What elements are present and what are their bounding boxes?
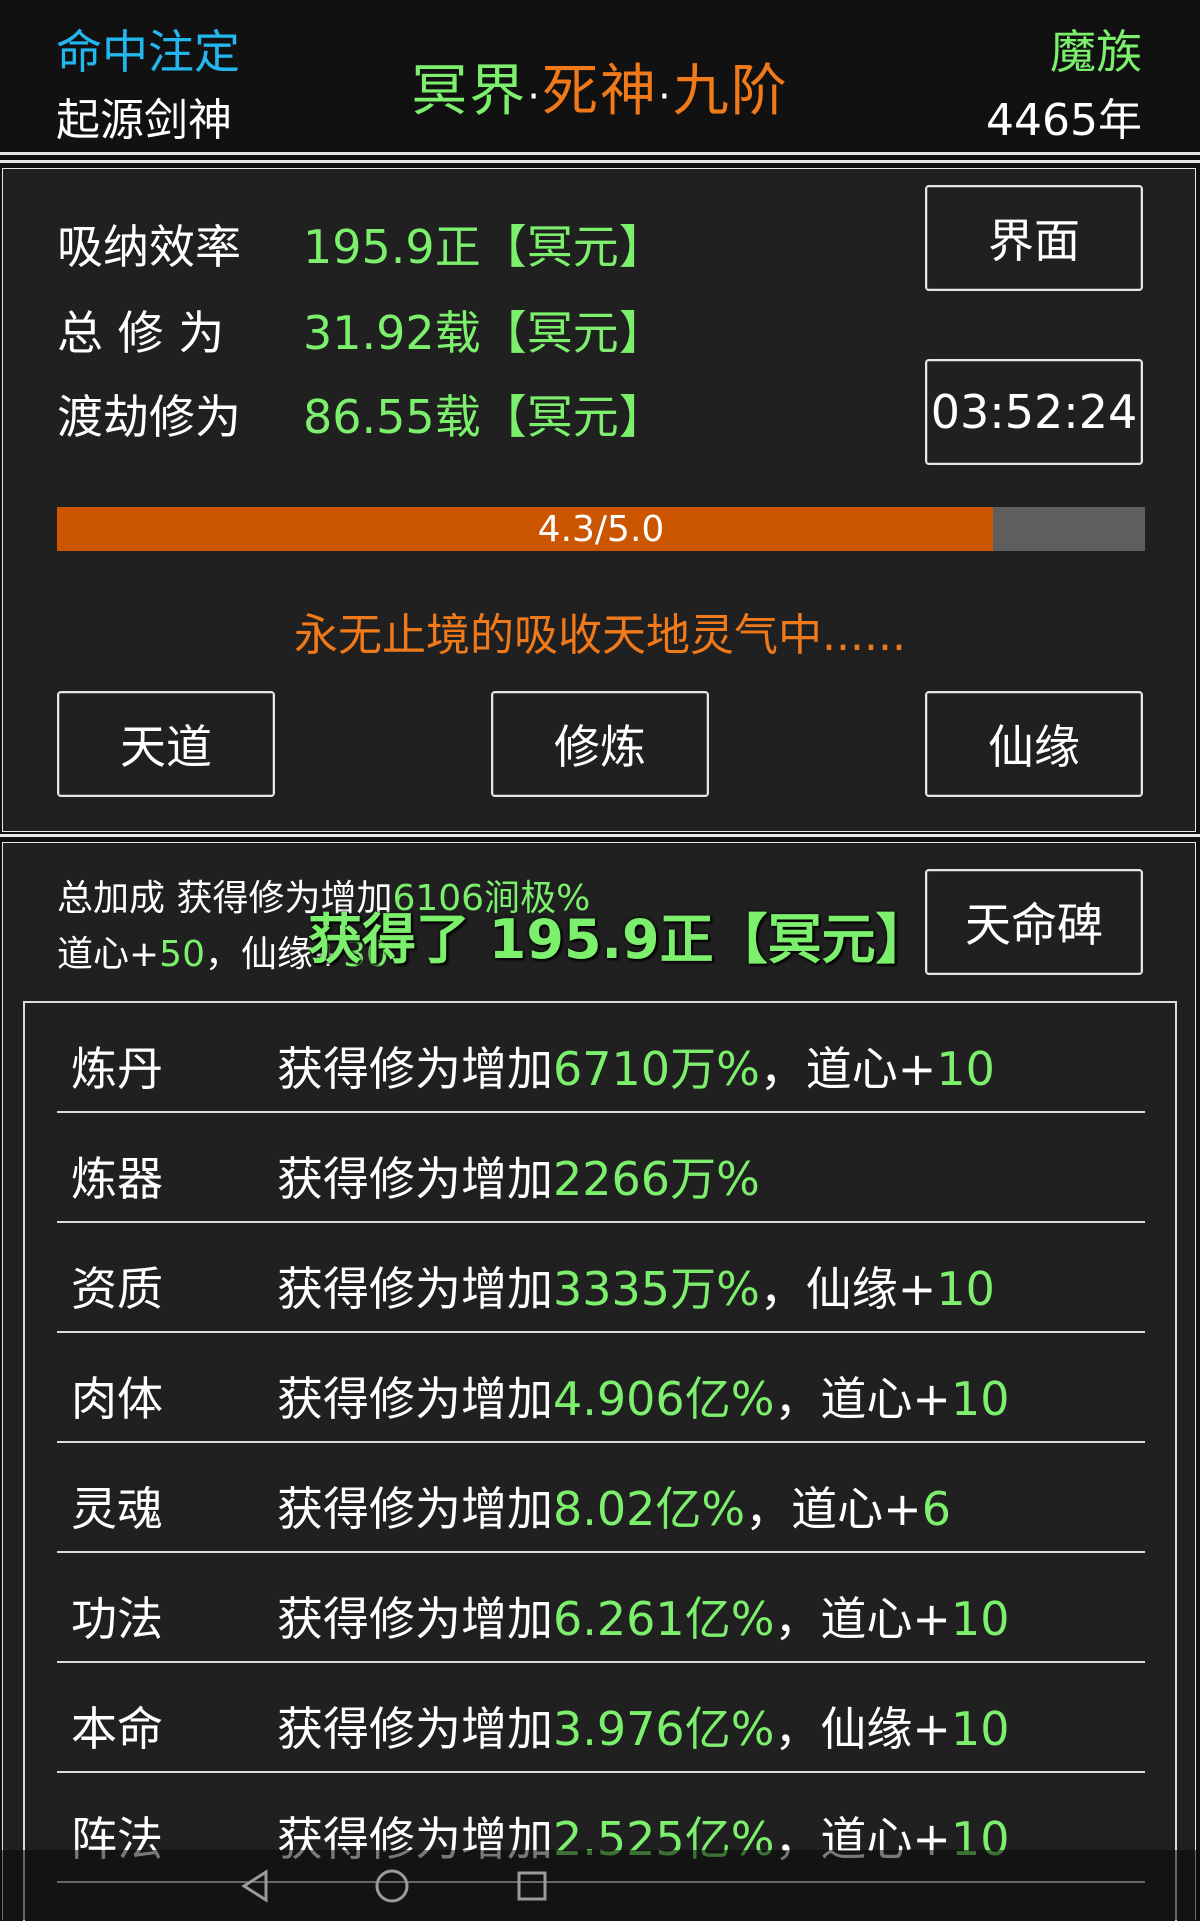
bonus-value: 8.02亿% — [553, 1482, 746, 1536]
bonus-value: 3.976亿% — [553, 1702, 775, 1756]
bonus-category: 炼器 — [71, 1152, 163, 1206]
recents-icon[interactable] — [512, 1866, 552, 1906]
stat-value: 195.9正【冥元】 — [303, 220, 665, 274]
bonus-prefix: 获得修为增加 — [277, 1262, 553, 1316]
bonus-suffix: ，道心+ — [774, 1592, 951, 1646]
bonus-row[interactable]: 肉体 获得修为增加4.906亿%，道心+10 — [57, 1333, 1145, 1443]
stat-row-tribulation: 渡劫修为 86.55载【冥元】 — [57, 381, 665, 447]
bonus-extra: 10 — [950, 1702, 1010, 1756]
bonus-extra: 10 — [950, 1592, 1010, 1646]
interface-button[interactable]: 界面 — [925, 185, 1143, 291]
bonus-prefix: 获得修为增加 — [277, 1482, 553, 1536]
bonus-category: 资质 — [71, 1262, 163, 1316]
stat-value: 86.55载【冥元】 — [303, 390, 665, 444]
bonus-list: 炼丹 获得修为增加6710万%，道心+10 炼器 获得修为增加2266万% 资质 获得修为… — [23, 1001, 1177, 1921]
realm-dot2: · — [658, 74, 673, 120]
realm-part1: 冥界 — [411, 59, 528, 124]
header-bar: 命中注定 起源剑神 冥界·死神·九阶 魔族 4465年 — [0, 0, 1200, 150]
bonus-suffix: ，道心+ — [759, 1042, 937, 1096]
bonus-extra: 6 — [921, 1482, 951, 1536]
cultivation-panel: 吸纳效率 195.9正【冥元】 总 修 为 31.92载【冥元】 渡劫修为 86.55… — [2, 168, 1196, 832]
bonus-description: 获得修为增加3335万%，仙缘+10 — [277, 1253, 995, 1319]
realm-part3: 九阶 — [672, 59, 789, 124]
status-message: 永无止境的吸收天地灵气中...... — [294, 610, 906, 661]
bonus-row[interactable]: 资质 获得修为增加3335万%，仙缘+10 — [57, 1223, 1145, 1333]
bonus-row[interactable]: 炼丹 获得修为增加6710万%，道心+10 — [57, 1003, 1145, 1113]
bonus-row[interactable]: 灵魂 获得修为增加8.02亿%，道心+6 — [57, 1443, 1145, 1553]
header-divider — [0, 160, 1200, 163]
bonus-category: 本命 — [71, 1702, 163, 1756]
bonus-suffix: ，道心+ — [745, 1482, 922, 1536]
tianmingbei-button[interactable]: 天命碑 — [925, 869, 1143, 975]
gain-popup: 获得了 195.9正【冥元】 — [308, 908, 930, 971]
daoxin-label: 道心+ — [57, 934, 160, 975]
bonus-panel: 总加成 获得修为增加6106涧极% 道心+50，仙缘+30 获得了 195.9正… — [2, 842, 1196, 1921]
xianyuan-button[interactable]: 仙缘 — [925, 691, 1143, 797]
bonus-prefix: 获得修为增加 — [277, 1702, 553, 1756]
bonus-extra: 10 — [936, 1042, 995, 1096]
bonus-extra: 10 — [936, 1262, 995, 1316]
stat-value: 31.92载【冥元】 — [303, 306, 665, 360]
bonus-prefix: 获得修为增加 — [277, 1592, 553, 1646]
bonus-description: 获得修为增加3.976亿%，仙缘+10 — [277, 1693, 1010, 1759]
timer-button[interactable]: 03:52:24 — [925, 359, 1143, 465]
stat-label: 吸纳效率 — [57, 220, 241, 274]
stat-row-absorb: 吸纳效率 195.9正【冥元】 — [57, 211, 665, 277]
bonus-suffix: ，仙缘+ — [759, 1262, 937, 1316]
bonus-value: 6.261亿% — [553, 1592, 775, 1646]
bonus-value: 2266万% — [553, 1152, 760, 1206]
bonus-row[interactable]: 本命 获得修为增加3.976亿%，仙缘+10 — [57, 1663, 1145, 1773]
bonus-prefix: 获得修为增加 — [277, 1042, 553, 1096]
home-icon[interactable] — [372, 1866, 412, 1906]
realm-dot1: · — [527, 74, 542, 120]
progress-text: 4.3/5.0 — [537, 509, 665, 550]
bonus-description: 获得修为增加6710万%，道心+10 — [277, 1033, 995, 1099]
tiandao-button[interactable]: 天道 — [57, 691, 275, 797]
bonus-description: 获得修为增加4.906亿%，道心+10 — [277, 1363, 1010, 1429]
stat-row-total: 总 修 为 31.92载【冥元】 — [57, 297, 665, 363]
bonus-suffix: ，道心+ — [774, 1372, 951, 1426]
header-divider — [0, 152, 1200, 155]
bonus-row[interactable]: 炼器 获得修为增加2266万% — [57, 1113, 1145, 1223]
system-nav-bar — [0, 1850, 1200, 1920]
bonus-row[interactable]: 功法 获得修为增加6.261亿%，道心+10 — [57, 1553, 1145, 1663]
bonus-category: 炼丹 — [71, 1042, 163, 1096]
bonus-extra: 10 — [950, 1372, 1010, 1426]
bonus-value: 3335万% — [553, 1262, 760, 1316]
race-label: 魔族 — [1050, 25, 1142, 79]
section-divider — [0, 834, 1200, 837]
bonus-description: 获得修为增加2266万% — [277, 1143, 760, 1209]
age-label: 4465年 — [986, 95, 1142, 146]
realm-part2: 死神 — [542, 59, 658, 124]
bonus-prefix: 获得修为增加 — [277, 1372, 553, 1426]
stat-label: 总 修 为 — [57, 306, 225, 360]
bonus-description: 获得修为增加8.02亿%，道心+6 — [277, 1473, 951, 1539]
bonus-value: 4.906亿% — [553, 1372, 775, 1426]
bonus-category: 肉体 — [71, 1372, 163, 1426]
bonus-category: 灵魂 — [71, 1482, 163, 1536]
bonus-suffix: ，仙缘+ — [774, 1702, 951, 1756]
bonus-description: 获得修为增加6.261亿%，道心+10 — [277, 1583, 1010, 1649]
back-icon[interactable] — [236, 1866, 276, 1906]
bonus-prefix: 获得修为增加 — [277, 1152, 553, 1206]
stat-label: 渡劫修为 — [57, 390, 241, 444]
bonus-category: 功法 — [71, 1592, 163, 1646]
xiulian-button[interactable]: 修炼 — [491, 691, 709, 797]
daoxin-value: 50 — [159, 934, 205, 975]
progress-bar: 4.3/5.0 — [57, 507, 1145, 551]
bonus-value: 6710万% — [553, 1042, 760, 1096]
